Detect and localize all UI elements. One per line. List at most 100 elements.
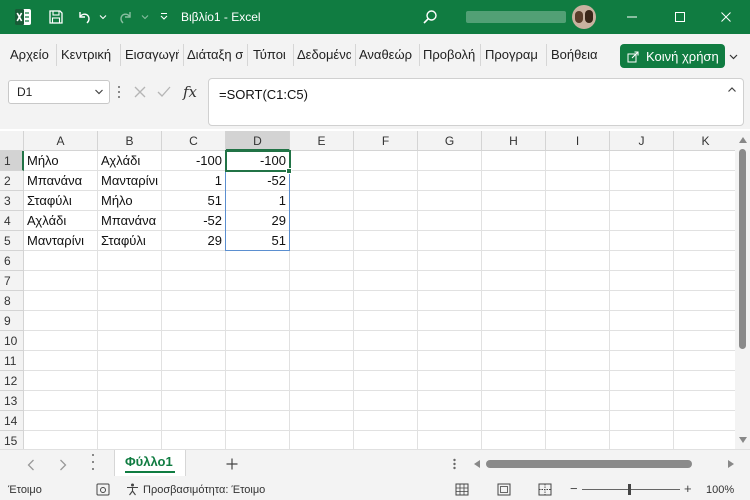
zoom-slider-thumb[interactable] [628,484,631,495]
avatar[interactable] [572,5,596,29]
row-header[interactable]: 7 [0,271,24,291]
row-header[interactable]: 12 [0,371,24,391]
maximize-icon[interactable] [666,0,694,34]
accessibility-icon[interactable] [126,483,139,496]
row-header[interactable]: 6 [0,251,24,271]
cell-mode-icon[interactable] [96,483,110,496]
chevron-down-icon[interactable] [138,0,152,34]
horizontal-scroll-thumb[interactable] [486,460,692,468]
cell-A3[interactable]: Σταφύλι [24,191,98,211]
cell-A2[interactable]: Μπανάνα [24,171,98,191]
minimize-icon[interactable] [618,0,646,34]
chevron-down-icon[interactable] [94,87,104,97]
row-header[interactable]: 11 [0,351,24,371]
row-header[interactable]: 9 [0,311,24,331]
column-header[interactable]: D [226,131,290,151]
row-header[interactable]: 15 [0,431,24,449]
tab-data[interactable]: Δεδομένα [297,47,351,62]
name-box[interactable]: D1 [8,80,110,104]
horizontal-scrollbar[interactable] [472,456,742,472]
cell-B1[interactable]: Αχλάδι [98,151,162,171]
chevron-down-icon[interactable] [724,44,742,68]
tab-grip[interactable] [92,454,95,470]
zoom-in-button[interactable]: + [684,481,692,496]
redo-icon[interactable] [114,0,138,34]
row-header[interactable]: 1 [0,151,24,171]
tab-home[interactable]: Κεντρική [61,47,116,62]
column-header[interactable]: B [98,131,162,151]
cell-A5[interactable]: Μανταρίνι [24,231,98,251]
formula-input[interactable]: =SORT(C1:C5) [208,78,744,126]
page-layout-icon[interactable] [497,483,511,496]
function-icon[interactable]: fx [180,82,200,102]
select-all-corner[interactable] [0,131,24,151]
column-header[interactable]: F [354,131,418,151]
scroll-left-icon[interactable] [24,458,38,472]
row-header[interactable]: 2 [0,171,24,191]
cell-D3[interactable]: 1 [226,191,290,211]
tab-page-layout[interactable]: Διάταξη σ [187,47,243,62]
sheet-tab-active[interactable]: Φύλλο1 [114,450,186,476]
column-header[interactable]: H [482,131,546,151]
cell-C1[interactable]: -100 [162,151,226,171]
row-header[interactable]: 5 [0,231,24,251]
column-header[interactable]: C [162,131,226,151]
tab-review[interactable]: Αναθεώρ [359,47,415,62]
zoom-level[interactable]: 100% [706,484,734,496]
cell-B3[interactable]: Μήλο [98,191,162,211]
column-header[interactable]: E [290,131,354,151]
tab-file[interactable]: Αρχείο [10,47,52,62]
cancel-icon[interactable] [132,84,148,100]
scroll-left-arrow[interactable] [474,460,480,468]
row-header[interactable]: 13 [0,391,24,411]
scroll-down-icon[interactable] [738,435,747,444]
more-icon[interactable] [448,458,460,470]
row-header[interactable]: 10 [0,331,24,351]
row-header[interactable]: 14 [0,411,24,431]
row-header[interactable]: 8 [0,291,24,311]
tab-developer[interactable]: Προγραμ [485,47,542,62]
row-header[interactable]: 3 [0,191,24,211]
share-button[interactable]: Κοινή χρήση [620,44,725,68]
cell-D1[interactable]: -100 [226,151,290,171]
cell-D2[interactable]: -52 [226,171,290,191]
worksheet-grid[interactable]: A B C D E F G H I J K 1 2 3 4 5 6 7 8 9 … [0,131,735,449]
vertical-scroll-thumb[interactable] [739,149,746,349]
page-break-icon[interactable] [538,483,552,496]
enter-icon[interactable] [156,84,172,100]
undo-icon[interactable] [72,0,96,34]
chevron-down-icon[interactable] [96,0,110,34]
cell-A4[interactable]: Αχλάδι [24,211,98,231]
cell-D4[interactable]: 29 [226,211,290,231]
tab-help[interactable]: Βοήθεια [551,47,603,62]
tab-insert[interactable]: Εισαγωγή [125,47,179,62]
column-header[interactable]: I [546,131,610,151]
cell-C3[interactable]: 51 [162,191,226,211]
vertical-scrollbar[interactable] [735,131,750,449]
expand-formula-icon[interactable] [727,85,737,95]
customize-qat-icon[interactable] [156,0,172,34]
cell-C5[interactable]: 29 [162,231,226,251]
zoom-out-button[interactable]: − [570,481,578,496]
fill-handle[interactable] [286,168,292,174]
tab-formulas[interactable]: Τύποι [253,47,289,62]
zoom-slider-track[interactable] [582,489,680,490]
column-header[interactable]: K [674,131,735,151]
cell-D5[interactable]: 51 [226,231,290,251]
status-accessibility[interactable]: Προσβασιμότητα: Έτοιμο [143,484,265,496]
cell-C4[interactable]: -52 [162,211,226,231]
tab-view[interactable]: Προβολή [423,47,476,62]
row-header[interactable]: 4 [0,211,24,231]
column-header[interactable]: J [610,131,674,151]
normal-view-icon[interactable] [455,483,469,496]
column-header[interactable]: A [24,131,98,151]
search-icon[interactable] [418,0,442,34]
add-sheet-icon[interactable] [224,456,240,472]
column-header[interactable]: G [418,131,482,151]
close-icon[interactable] [712,0,740,34]
scroll-right-arrow[interactable] [728,460,734,468]
formula-bar-grip[interactable] [118,86,120,98]
cell-A1[interactable]: Μήλο [24,151,98,171]
cell-B5[interactable]: Σταφύλι [98,231,162,251]
scroll-up-icon[interactable] [738,135,747,144]
